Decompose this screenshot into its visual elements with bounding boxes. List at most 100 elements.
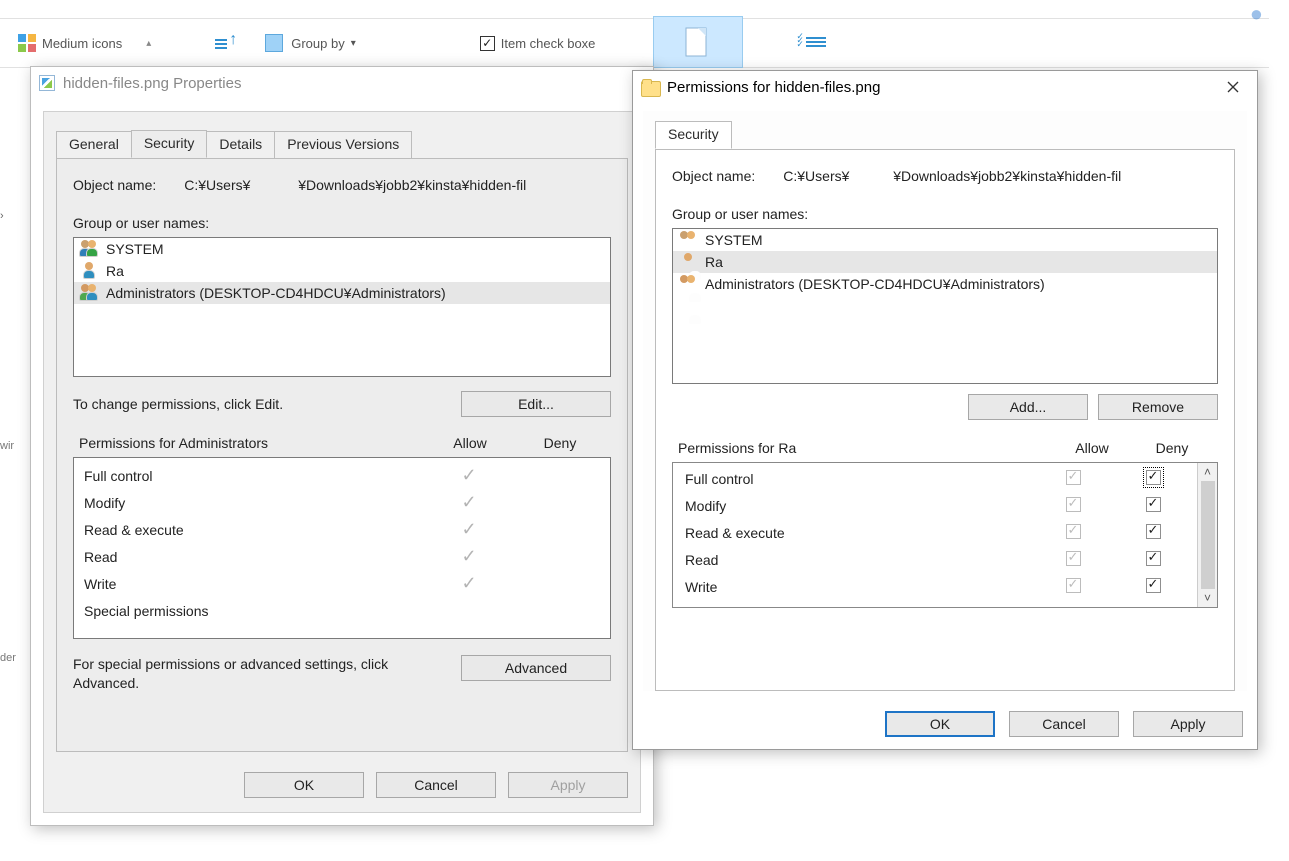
user-icon bbox=[80, 262, 100, 280]
perm-row: Read & execute bbox=[681, 519, 1193, 546]
perm-row: Write✓✓ bbox=[80, 570, 604, 597]
apply-button[interactable]: Apply bbox=[1133, 711, 1243, 737]
user-item-label: Administrators (DESKTOP-CD4HDCU¥Administ… bbox=[705, 276, 1045, 292]
ok-button[interactable]: OK bbox=[885, 711, 995, 737]
folder-icon bbox=[641, 79, 659, 95]
ribbon-item-checkboxes[interactable]: ✓ Item check boxe bbox=[480, 36, 596, 51]
tab-previous-versions[interactable]: Previous Versions bbox=[274, 131, 412, 159]
ribbon-view-mode[interactable]: Medium icons ▴ bbox=[18, 34, 151, 52]
nav-forward-icon[interactable]: › bbox=[0, 210, 4, 222]
perm-row: Write bbox=[681, 573, 1193, 600]
permissions-columns: Permissions for Ra Allow Deny bbox=[672, 440, 1218, 456]
ribbon-sort[interactable]: ↑ bbox=[215, 33, 241, 53]
permissions-footer-buttons: OK Cancel Apply bbox=[885, 711, 1243, 737]
deny-checkbox[interactable] bbox=[1146, 497, 1161, 512]
tab-details[interactable]: Details bbox=[206, 131, 275, 159]
cancel-button[interactable]: Cancel bbox=[1009, 711, 1119, 737]
deny-checkbox[interactable] bbox=[1146, 470, 1161, 485]
tab-security[interactable]: Security bbox=[655, 121, 732, 149]
check-icon: ✓ bbox=[461, 573, 476, 593]
allow-checkbox[interactable] bbox=[1066, 524, 1081, 539]
deny-checkbox[interactable] bbox=[1146, 578, 1161, 593]
background-obscured: wir der bbox=[0, 250, 30, 724]
user-item-system[interactable]: SYSTEM bbox=[673, 229, 1217, 251]
perm-row: Read & execute✓✓ bbox=[80, 516, 604, 543]
user-item-system[interactable]: SYSTEM bbox=[74, 238, 610, 260]
close-button[interactable] bbox=[1217, 75, 1249, 99]
properties-security-panel: Object name: C:¥Users¥ ¥Downloads¥jobb2¥… bbox=[56, 158, 628, 752]
sort-icon: ↑ bbox=[215, 33, 241, 53]
allow-checkbox[interactable] bbox=[1066, 551, 1081, 566]
user-item-label: Ra bbox=[705, 254, 723, 270]
user-item-administrators[interactable]: Administrators (DESKTOP-CD4HDCU¥Administ… bbox=[673, 273, 1217, 295]
tab-security[interactable]: Security bbox=[131, 130, 208, 158]
ribbon-group-by[interactable]: Group by bbox=[265, 34, 356, 52]
permissions-title: Permissions for hidden-files.png bbox=[667, 79, 880, 96]
users-listbox[interactable]: SYSTEM Ra Administrators (DESKTOP-CD4HDC… bbox=[672, 228, 1218, 384]
object-name-value: C:¥Users¥ ¥Downloads¥jobb2¥kinsta¥hidden… bbox=[783, 168, 1121, 184]
bg-text: der bbox=[0, 652, 30, 664]
object-name-label: Object name: bbox=[73, 177, 156, 193]
scroll-down-icon[interactable]: ˅ bbox=[1204, 591, 1211, 605]
user-item-administrators[interactable]: Administrators (DESKTOP-CD4HDCU¥Administ… bbox=[74, 282, 610, 304]
remove-button[interactable]: Remove bbox=[1098, 394, 1218, 420]
advanced-hint: For special permissions or advanced sett… bbox=[73, 655, 403, 693]
group-by-icon bbox=[265, 34, 283, 52]
perm-row: Modify bbox=[681, 492, 1193, 519]
users-group-icon bbox=[679, 231, 699, 249]
check-icon: ✓ bbox=[461, 546, 476, 566]
scroll-up-icon[interactable]: ˄ bbox=[1204, 465, 1211, 479]
ok-button[interactable]: OK bbox=[244, 772, 364, 798]
user-item-ra[interactable]: Ra bbox=[673, 251, 1217, 273]
users-listbox[interactable]: SYSTEM Ra Administrators (DESKTOP-CD4HDC… bbox=[73, 237, 611, 377]
user-item-label: SYSTEM bbox=[106, 241, 164, 257]
explorer-ribbon: ● Medium icons ▴ ↑ Group by ✓ Item check… bbox=[0, 18, 1269, 68]
checklist-icon bbox=[806, 37, 826, 47]
deny-checkbox[interactable] bbox=[1146, 551, 1161, 566]
permissions-security-panel: Object name: C:¥Users¥ ¥Downloads¥jobb2¥… bbox=[655, 149, 1235, 691]
ribbon-hide-selected[interactable] bbox=[653, 16, 743, 68]
object-name-label: Object name: bbox=[672, 168, 755, 184]
permissions-list: Full control✓✓ Modify✓✓ Read & execute✓✓… bbox=[73, 457, 611, 639]
col-deny: Deny bbox=[1132, 440, 1212, 456]
perm-row: Read bbox=[681, 546, 1193, 573]
check-icon: ✓ bbox=[461, 519, 476, 539]
permissions-dialog: Permissions for hidden-files.png Securit… bbox=[632, 70, 1258, 750]
deny-checkbox[interactable] bbox=[1146, 524, 1161, 539]
image-file-icon bbox=[39, 75, 55, 91]
perm-row: Special permissions✓✓ bbox=[80, 597, 604, 624]
apply-button[interactable]: Apply bbox=[508, 772, 628, 798]
close-icon bbox=[1227, 81, 1239, 93]
cancel-button[interactable]: Cancel bbox=[376, 772, 496, 798]
dropdown-arrow-icon[interactable]: ▴ bbox=[146, 38, 151, 49]
edit-button[interactable]: Edit... bbox=[461, 391, 611, 417]
user-item-ra[interactable]: Ra bbox=[74, 260, 610, 282]
allow-checkbox[interactable] bbox=[1066, 470, 1081, 485]
user-icon bbox=[679, 253, 699, 271]
scroll-thumb[interactable] bbox=[1201, 481, 1215, 589]
edit-hint: To change permissions, click Edit. bbox=[73, 396, 283, 412]
col-allow: Allow bbox=[1052, 440, 1132, 456]
help-icon[interactable]: ● bbox=[1250, 1, 1263, 27]
user-item-label: Administrators (DESKTOP-CD4HDCU¥Administ… bbox=[106, 285, 446, 301]
check-icon: ✓ bbox=[461, 492, 476, 512]
permissions-header: Permissions for Ra bbox=[678, 440, 1052, 456]
tab-general[interactable]: General bbox=[56, 131, 132, 159]
checkbox-checked-icon[interactable]: ✓ bbox=[480, 36, 495, 51]
perm-row: Full control✓✓ bbox=[80, 462, 604, 489]
permissions-body: Security Object name: C:¥Users¥ ¥Downloa… bbox=[643, 111, 1247, 691]
ribbon-item-checkboxes-label: Item check boxe bbox=[501, 36, 596, 51]
user-item-label: Ra bbox=[106, 263, 124, 279]
allow-checkbox[interactable] bbox=[1066, 497, 1081, 512]
properties-titlebar[interactable]: hidden-files.png Properties bbox=[31, 67, 653, 99]
advanced-button[interactable]: Advanced bbox=[461, 655, 611, 681]
ribbon-options[interactable] bbox=[767, 16, 857, 68]
add-button[interactable]: Add... bbox=[968, 394, 1088, 420]
col-allow: Allow bbox=[425, 435, 515, 451]
scrollbar[interactable]: ˄ ˅ bbox=[1197, 463, 1217, 607]
permissions-header: Permissions for Administrators bbox=[79, 435, 425, 451]
permissions-titlebar[interactable]: Permissions for hidden-files.png bbox=[633, 71, 1257, 103]
allow-checkbox[interactable] bbox=[1066, 578, 1081, 593]
properties-dialog: hidden-files.png Properties General Secu… bbox=[30, 66, 654, 826]
perm-row: Full control bbox=[681, 465, 1193, 492]
